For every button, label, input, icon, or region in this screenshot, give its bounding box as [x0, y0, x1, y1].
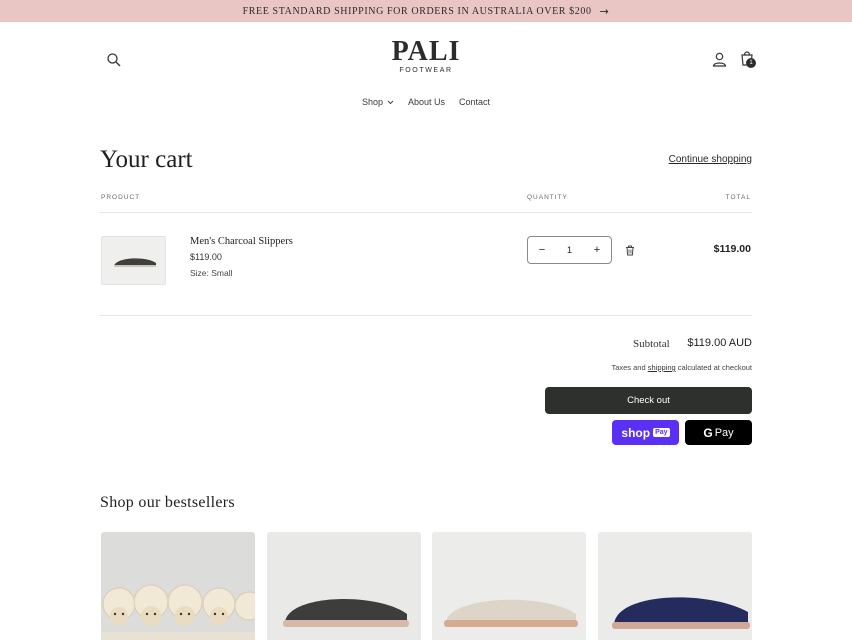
page-title: Your cart: [100, 146, 193, 173]
shop-pay-badge: Pay: [653, 428, 670, 437]
trash-icon[interactable]: [625, 245, 635, 256]
line-item-total: $119.00: [713, 243, 751, 255]
chevron-down-icon: [387, 100, 394, 104]
shipping-link[interactable]: shipping: [648, 363, 676, 372]
nav-item-contact[interactable]: Contact: [459, 97, 490, 107]
logo-text: PALI: [391, 36, 461, 67]
logo[interactable]: PALI FOOTWEAR: [380, 36, 472, 75]
divider: [100, 315, 752, 316]
logo-subtext: FOOTWEAR: [399, 67, 453, 74]
cart-count-badge: 1: [746, 58, 756, 68]
google-pay-button[interactable]: G Pay: [685, 420, 752, 445]
checkout-button[interactable]: Check out: [545, 387, 752, 414]
product-thumbnail[interactable]: [101, 236, 166, 285]
product-image: [598, 532, 752, 640]
shop-pay-button[interactable]: shop Pay: [612, 420, 679, 445]
announcement-text: FREE STANDARD SHIPPING FOR ORDERS IN AUS…: [242, 5, 592, 17]
subtotal-value: $119.00 AUD: [687, 337, 752, 349]
product-image: [432, 532, 586, 640]
bestseller-card-sheep[interactable]: [101, 532, 255, 640]
search-icon[interactable]: [106, 52, 122, 68]
divider: [100, 212, 752, 213]
nav-item-shop[interactable]: Shop: [362, 97, 394, 107]
bestsellers-heading: Shop our bestsellers: [100, 494, 235, 511]
nav-item-about[interactable]: About Us: [408, 97, 445, 107]
column-header-quantity: QUANTITY: [527, 194, 568, 201]
product-image: [267, 532, 421, 640]
bestseller-card-navy[interactable]: [598, 532, 752, 640]
product-image: [101, 532, 255, 640]
main-nav: Shop About Us Contact: [0, 97, 852, 107]
subtotal-label: Subtotal: [633, 338, 670, 350]
google-pay-label: Pay: [714, 426, 734, 439]
taxes-suffix: calculated at checkout: [677, 363, 752, 372]
bestseller-card-charcoal[interactable]: [267, 532, 421, 640]
shop-pay-label: shop: [621, 425, 651, 440]
product-price: $119.00: [190, 252, 222, 262]
product-size: Size: Small: [190, 268, 233, 278]
column-header-product: PRODUCT: [101, 194, 141, 201]
continue-shopping-link[interactable]: Continue shopping: [669, 154, 752, 165]
google-icon: G: [703, 425, 713, 440]
nav-about-label: About Us: [407, 97, 446, 107]
announcement-bar[interactable]: FREE STANDARD SHIPPING FOR ORDERS IN AUS…: [0, 0, 852, 22]
product-name-link[interactable]: Men's Charcoal Slippers: [190, 236, 293, 247]
nav-shop-label: Shop: [361, 97, 383, 107]
quantity-value[interactable]: 1: [567, 245, 572, 255]
taxes-note: Taxes and shipping calculated at checkou…: [611, 363, 752, 372]
quantity-stepper: − 1 +: [527, 236, 612, 264]
plus-icon[interactable]: +: [591, 244, 603, 256]
account-icon[interactable]: [711, 51, 728, 68]
taxes-prefix: Taxes and: [611, 363, 646, 372]
minus-icon[interactable]: −: [536, 244, 548, 256]
arrow-right-icon: →: [599, 4, 610, 18]
bestseller-card-natural[interactable]: [432, 532, 586, 640]
nav-contact-label: Contact: [459, 97, 491, 107]
column-header-total: TOTAL: [725, 194, 751, 201]
